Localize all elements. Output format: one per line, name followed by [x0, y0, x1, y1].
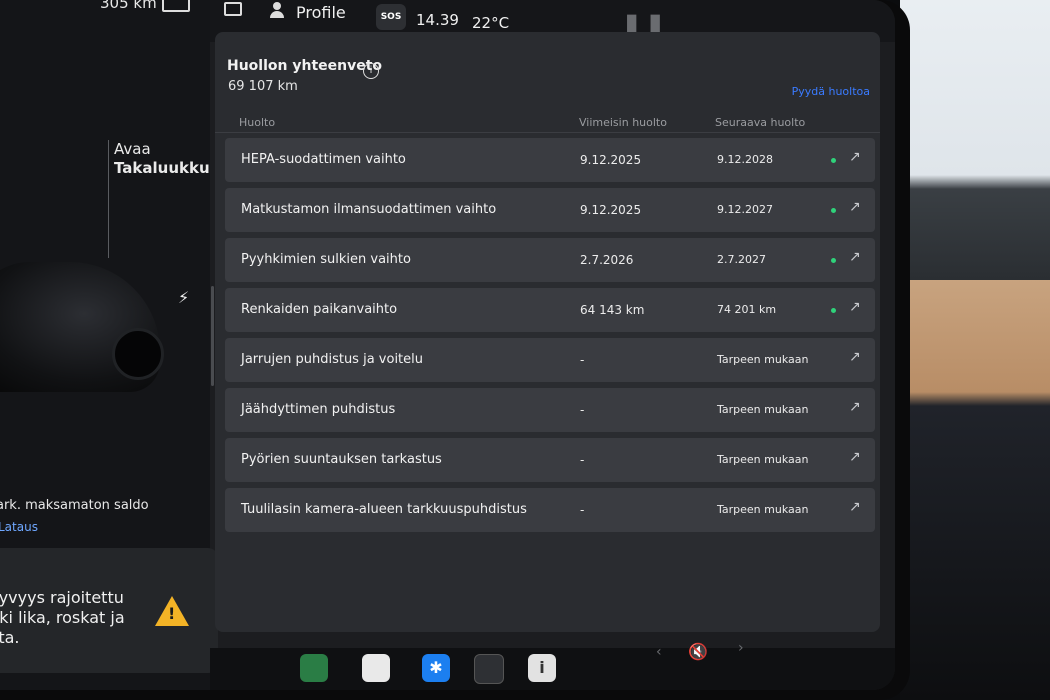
left-scrollbar[interactable]: [211, 286, 214, 386]
charging-link[interactable]: Lataus: [0, 520, 38, 534]
sos-button[interactable]: SOS: [376, 4, 406, 30]
trunk-label: Takaluukku: [114, 159, 210, 177]
warning-triangle-icon: !: [155, 596, 189, 626]
app-dock: ✱ i ‹ 🔇 ›: [210, 640, 895, 690]
last-service: -: [580, 353, 585, 367]
page-title: Huollon yhteenveto: [227, 58, 383, 74]
divider: [108, 140, 109, 258]
chevron-right-icon[interactable]: ›: [738, 640, 744, 656]
charge-bolt-icon[interactable]: ⚡: [178, 288, 189, 307]
table-row[interactable]: Renkaiden paikanvaihto 64 143 km 74 201 …: [225, 288, 875, 332]
last-service: 64 143 km: [580, 303, 645, 317]
service-name: Jäähdyttimen puhdistus: [241, 402, 396, 417]
touchscreen: 305 km Avaa Takaluukku ⚡ ark. maksamaton…: [0, 0, 895, 690]
arrow-up-right-icon[interactable]: ↗: [849, 299, 861, 315]
status-dot: [831, 308, 836, 313]
next-service: 2.7.2027: [717, 253, 766, 266]
open-trunk-label: Avaa: [114, 140, 151, 158]
left-pane: 305 km Avaa Takaluukku ⚡ ark. maksamaton…: [0, 0, 218, 690]
bluetooth-icon[interactable]: ✱: [422, 654, 450, 682]
next-service: Tarpeen mukaan: [717, 403, 809, 416]
temperature: 22°C: [472, 14, 510, 32]
service-panel: Huollon yhteenveto i 69 107 km Pyydä huo…: [215, 32, 880, 632]
chart-icon[interactable]: [300, 654, 328, 682]
open-trunk-button[interactable]: Avaa Takaluukku: [114, 140, 210, 178]
mute-icon[interactable]: 🔇: [688, 642, 708, 661]
service-name: Pyörien suuntauksen tarkastus: [241, 452, 442, 467]
arrow-up-right-icon[interactable]: ↗: [849, 399, 861, 415]
service-name: Tuulilasin kamera-alueen tarkkuuspuhdist…: [241, 502, 527, 517]
table-row[interactable]: HEPA-suodattimen vaihto 9.12.2025 9.12.2…: [225, 138, 875, 182]
service-name: Pyyhkimien sulkien vaihto: [241, 252, 411, 267]
table-row[interactable]: Jarrujen puhdistus ja voitelu - Tarpeen …: [225, 338, 875, 382]
last-service: 2.7.2026: [580, 253, 634, 267]
profile-icon[interactable]: [270, 2, 284, 18]
last-service: 9.12.2025: [580, 153, 642, 167]
table-row[interactable]: Pyyhkimien sulkien vaihto 2.7.2026 2.7.2…: [225, 238, 875, 282]
warning-text: kyvyys rajoitettu kki lika, roskat ja st…: [0, 588, 125, 647]
status-dot: [831, 208, 836, 213]
clock: 14.39: [416, 11, 459, 29]
status-dot: [831, 158, 836, 163]
service-name: Matkustamon ilmansuodattimen vaihto: [241, 202, 497, 217]
last-service: 9.12.2025: [580, 203, 642, 217]
profile-button[interactable]: Profile: [296, 3, 346, 22]
next-service: 9.12.2027: [717, 203, 773, 216]
arrow-up-right-icon[interactable]: ↗: [849, 449, 861, 465]
service-name: Renkaiden paikanvaihto: [241, 302, 398, 317]
table-row[interactable]: Pyörien suuntauksen tarkastus - Tarpeen …: [225, 438, 875, 482]
range-readout: 305 km: [100, 0, 157, 12]
column-header-last: Viimeisin huolto: [579, 116, 667, 129]
arrow-up-right-icon[interactable]: ↗: [849, 349, 861, 365]
last-service: -: [580, 453, 585, 467]
next-service: 74 201 km: [717, 303, 777, 316]
column-header-service: Huolto: [239, 116, 276, 129]
next-service: Tarpeen mukaan: [717, 453, 809, 466]
next-service: Tarpeen mukaan: [717, 353, 809, 366]
arrow-up-right-icon[interactable]: ↗: [849, 149, 861, 165]
table-row[interactable]: Tuulilasin kamera-alueen tarkkuuspuhdist…: [225, 488, 875, 532]
service-list: HEPA-suodattimen vaihto 9.12.2025 9.12.2…: [225, 138, 875, 538]
background-car-interior: [900, 0, 1050, 700]
battery-icon: [162, 0, 190, 12]
odometer: 69 107 km: [228, 79, 298, 94]
request-service-link[interactable]: Pyydä huoltoa: [792, 85, 870, 98]
info-icon[interactable]: i: [363, 63, 379, 79]
chevron-left-icon[interactable]: ‹: [656, 644, 662, 660]
lock-icon[interactable]: [224, 2, 242, 16]
arrow-up-right-icon[interactable]: ↗: [849, 249, 861, 265]
status-dot: [831, 258, 836, 263]
table-row[interactable]: Jäähdyttimen puhdistus - Tarpeen mukaan …: [225, 388, 875, 432]
warning-card[interactable]: kyvyys rajoitettu kki lika, roskat ja st…: [0, 548, 218, 673]
table-header: Huolto Viimeisin huolto Seuraava huolto: [215, 110, 880, 133]
arrow-up-right-icon[interactable]: ↗: [849, 499, 861, 515]
service-name: HEPA-suodattimen vaihto: [241, 152, 406, 167]
notepad-icon[interactable]: [362, 654, 390, 682]
info-icon[interactable]: i: [528, 654, 556, 682]
car-wheel: [112, 328, 164, 380]
unpaid-balance-text: ark. maksamaton saldo: [0, 498, 149, 513]
next-service: Tarpeen mukaan: [717, 503, 809, 516]
table-row[interactable]: Matkustamon ilmansuodattimen vaihto 9.12…: [225, 188, 875, 232]
apps-icon[interactable]: [474, 654, 504, 684]
column-header-next: Seuraava huolto: [715, 116, 806, 129]
next-service: 9.12.2028: [717, 153, 773, 166]
arrow-up-right-icon[interactable]: ↗: [849, 199, 861, 215]
last-service: -: [580, 403, 585, 417]
service-name: Jarrujen puhdistus ja voitelu: [241, 352, 424, 367]
last-service: -: [580, 503, 585, 517]
